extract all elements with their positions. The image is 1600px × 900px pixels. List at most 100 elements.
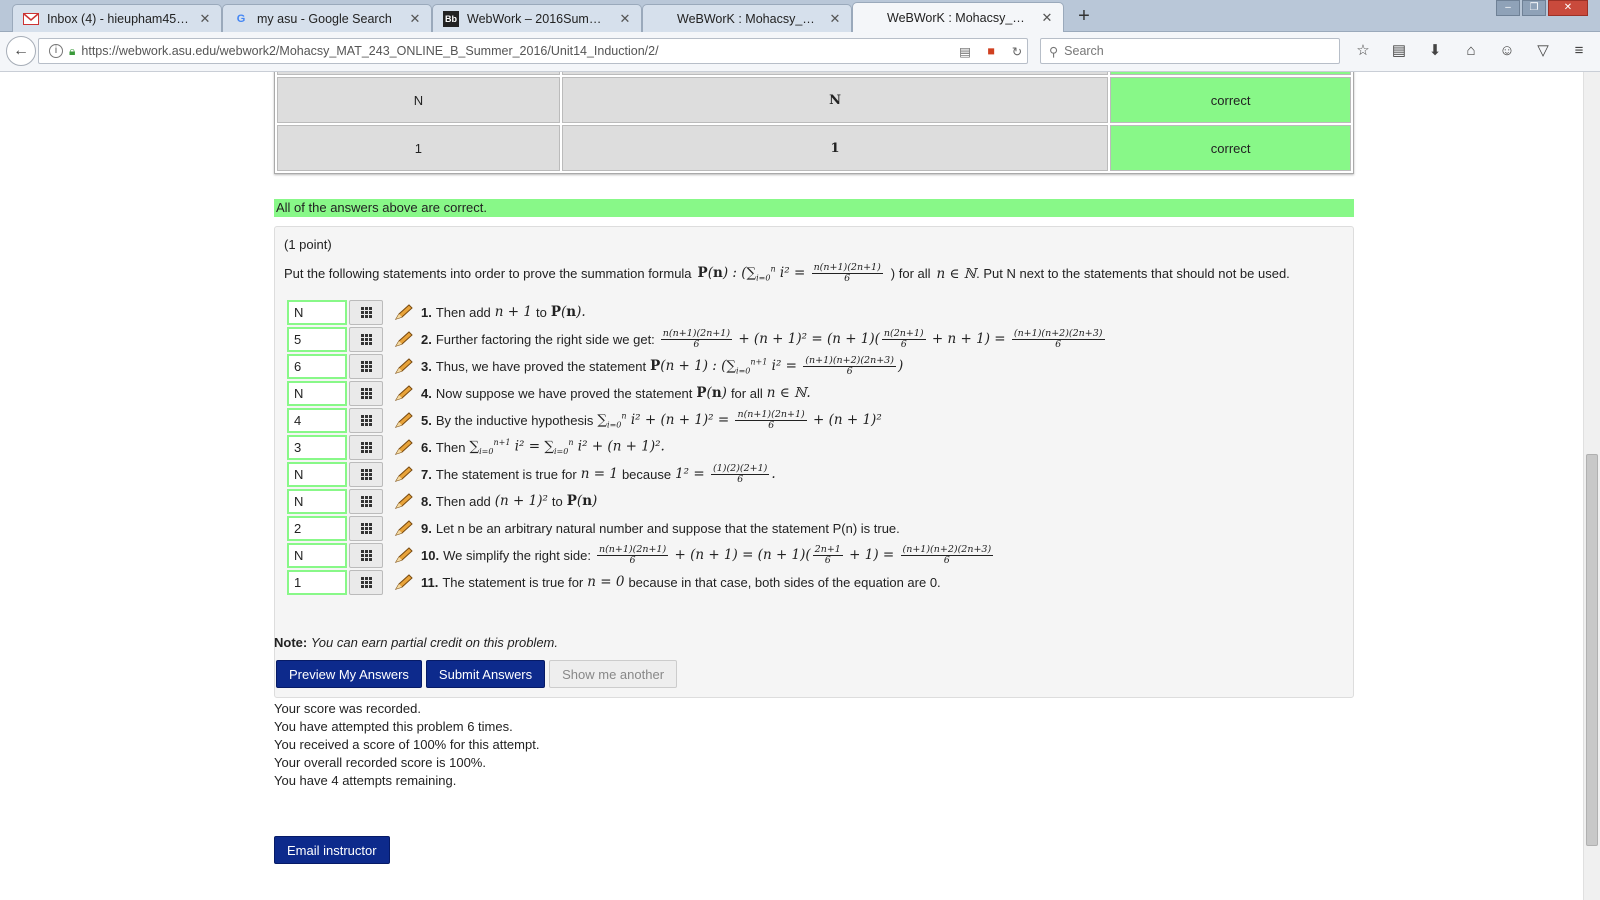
action-buttons: Preview My Answers Submit Answers Show m…: [276, 660, 678, 688]
preview-cell: N: [561, 77, 1109, 123]
grid-button[interactable]: [349, 488, 383, 514]
statement-row-1: N 1. Then add n + 1 to P(n).: [287, 299, 586, 325]
pencil-icon[interactable]: [393, 411, 415, 429]
intro-text: Put the following statements into order …: [284, 266, 692, 281]
pocket-icon[interactable]: ▽: [1532, 40, 1554, 62]
scrollbar-thumb[interactable]: [1586, 454, 1598, 846]
maximize-button[interactable]: ❐: [1522, 0, 1546, 16]
tab-gmail[interactable]: Inbox (4) - hieupham45@g... ✕: [12, 4, 222, 32]
grid-button[interactable]: [349, 569, 383, 595]
answer-input[interactable]: 1: [287, 569, 347, 595]
pencil-icon[interactable]: [393, 573, 415, 591]
search-placeholder: Search: [1064, 44, 1104, 58]
search-box[interactable]: ⚲ Search: [1040, 38, 1340, 64]
table-cell: [1110, 72, 1351, 75]
answer-input[interactable]: N: [287, 299, 347, 325]
grid-icon: [360, 414, 372, 426]
blank-favicon-icon: [653, 11, 669, 27]
pencil-icon[interactable]: [393, 465, 415, 483]
tab-webwork-1[interactable]: WeBWorK : Mohacsy_MAT... ✕: [642, 4, 852, 32]
answer-input[interactable]: N: [287, 461, 347, 487]
pencil-icon[interactable]: [393, 438, 415, 456]
pencil-icon[interactable]: [393, 330, 415, 348]
grid-button[interactable]: [349, 461, 383, 487]
note-label: Note:: [274, 635, 308, 650]
answer-input[interactable]: 6: [287, 353, 347, 379]
pencil-icon[interactable]: [393, 492, 415, 510]
answer-input[interactable]: 3: [287, 434, 347, 460]
answer-input[interactable]: 2: [287, 515, 347, 541]
answer-input[interactable]: 4: [287, 407, 347, 433]
pencil-icon[interactable]: [393, 384, 415, 402]
tab-webwork-active[interactable]: WeBWorK : Mohacsy_MAT... ✕: [852, 2, 1064, 33]
download-icon[interactable]: ⬇: [1424, 40, 1446, 62]
reload-icon[interactable]: ↻: [1007, 44, 1027, 59]
grid-button[interactable]: [349, 326, 383, 352]
url-text[interactable]: https://webwork.asu.edu/webwork2/Mohacsy…: [81, 44, 949, 58]
answer-input[interactable]: N: [287, 542, 347, 568]
blank-favicon-icon: [863, 10, 879, 26]
url-bar[interactable]: i 🔒︎ https://webwork.asu.edu/webwork2/Mo…: [38, 38, 1028, 64]
answer-input[interactable]: N: [287, 380, 347, 406]
tab-title: my asu - Google Search: [257, 11, 392, 26]
pencil-icon[interactable]: [393, 519, 415, 537]
problem-statement: Put the following statements into order …: [284, 263, 1290, 284]
extension-icon[interactable]: ■: [981, 44, 1001, 58]
statement-row-5: 4 5. By the inductive hypothesis ∑i=0n i² …: [287, 407, 882, 433]
close-tab-icon[interactable]: ✕: [409, 11, 421, 27]
grid-icon: [360, 549, 372, 561]
grid-button[interactable]: [349, 407, 383, 433]
statement-row-3: 6 3. Thus, we have proved the statement P(…: [287, 353, 903, 379]
table-row: [277, 72, 1351, 75]
close-tab-icon[interactable]: ✕: [1041, 10, 1053, 26]
reader-view-icon[interactable]: ▤: [955, 44, 975, 59]
table-cell: [561, 72, 1109, 75]
minimize-button[interactable]: –: [1496, 0, 1520, 16]
home-icon[interactable]: ⌂: [1460, 40, 1482, 62]
reading-list-icon[interactable]: ▤: [1388, 40, 1410, 62]
statement-row-6: 3 6. Then ∑i=0n+1 i² = ∑i=0n i² + (n + 1)²…: [287, 434, 665, 460]
statement-text: 3. Thus, we have proved the statement P(n …: [421, 354, 904, 377]
tab-blackboard[interactable]: Bb WebWork – 2016SummerB... ✕: [432, 4, 642, 32]
tab-title: WeBWorK : Mohacsy_MAT...: [677, 11, 821, 26]
toolbar-icons: ☆ ▤ ⬇ ⌂ ☺ ▽ ≡: [1352, 40, 1590, 62]
chat-icon[interactable]: ☺: [1496, 40, 1518, 62]
grid-button[interactable]: [349, 515, 383, 541]
tab-title: Inbox (4) - hieupham45@g...: [47, 11, 191, 26]
grid-icon: [360, 387, 372, 399]
grid-button[interactable]: [349, 380, 383, 406]
close-tab-icon[interactable]: ✕: [829, 11, 841, 27]
entered-cell: N: [277, 77, 560, 123]
grid-button[interactable]: [349, 299, 383, 325]
pencil-icon[interactable]: [393, 357, 415, 375]
lock-icon[interactable]: 🔒︎: [69, 44, 75, 59]
points-label: (1 point): [284, 237, 332, 252]
grid-icon: [360, 522, 372, 534]
info-icon[interactable]: i: [49, 44, 63, 58]
grid-button[interactable]: [349, 542, 383, 568]
statement-row-10: N 10. We simplify the right side: n(n+1)(2…: [287, 542, 995, 568]
new-tab-button[interactable]: +: [1072, 5, 1096, 29]
answer-input[interactable]: 5: [287, 326, 347, 352]
close-tab-icon[interactable]: ✕: [619, 11, 631, 27]
answer-input[interactable]: N: [287, 488, 347, 514]
grid-button[interactable]: [349, 353, 383, 379]
window-close-button[interactable]: ✕: [1548, 0, 1588, 16]
back-button[interactable]: ←: [6, 36, 36, 66]
close-tab-icon[interactable]: ✕: [199, 11, 211, 27]
statement-row-8: N 8. Then add (n + 1)² to P(n): [287, 488, 597, 514]
email-instructor-button[interactable]: Email instructor: [274, 836, 390, 864]
grid-button[interactable]: [349, 434, 383, 460]
statement-text: 7. The statement is true for n = 1 because 1…: [421, 462, 776, 485]
tab-google-search[interactable]: G my asu - Google Search ✕: [222, 4, 432, 32]
vertical-scrollbar[interactable]: [1583, 72, 1600, 900]
pencil-icon[interactable]: [393, 303, 415, 321]
menu-icon[interactable]: ≡: [1568, 40, 1590, 62]
table-row: 1 1 correct: [277, 125, 1351, 171]
preview-answers-button[interactable]: Preview My Answers: [276, 660, 422, 688]
submit-answers-button[interactable]: Submit Answers: [425, 660, 546, 688]
pencil-icon[interactable]: [393, 546, 415, 564]
bookmark-star-icon[interactable]: ☆: [1352, 40, 1374, 62]
entered-cell: 1: [277, 125, 560, 171]
intro-text: ) for all: [890, 266, 931, 281]
